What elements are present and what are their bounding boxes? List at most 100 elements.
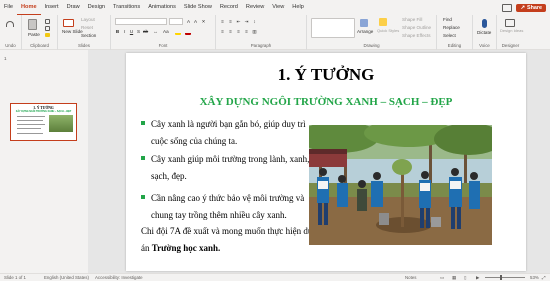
slide-thumbnail[interactable]: 1. Ý TƯỞNG XÂY DỰNG NGÔI TRƯỜNG XANH – S… <box>10 103 77 141</box>
bold-icon[interactable]: B <box>115 29 120 34</box>
line-spacing-icon[interactable]: ↕ <box>252 19 257 24</box>
undo-group: Undo <box>0 15 22 50</box>
shape-effects-button[interactable]: Shape Effects <box>402 33 431 38</box>
tab-record[interactable]: Record <box>216 0 242 15</box>
change-case-icon[interactable]: Aa <box>163 29 169 34</box>
numbering-icon[interactable]: ≡ <box>228 19 233 24</box>
share-button[interactable]: ↗ Share <box>516 3 546 12</box>
menu-tabs: File Home Insert Draw Design Transitions Anima… <box>0 0 550 15</box>
align-left-icon[interactable]: ≡ <box>220 29 225 34</box>
font-name-field[interactable] <box>115 18 167 25</box>
paste-button[interactable]: Paste <box>28 32 40 37</box>
ribbon: Undo Paste Clipboard New Slide Layout Re… <box>0 15 550 50</box>
zoom-level[interactable]: 53% <box>530 275 539 280</box>
shape-fill-button[interactable]: Shape Fill <box>402 17 422 22</box>
copy-icon[interactable] <box>45 26 50 31</box>
notes-button[interactable]: Notes <box>405 275 416 280</box>
tab-slide-show[interactable]: Slide Show <box>180 0 216 15</box>
columns-icon[interactable]: ▥ <box>252 29 257 34</box>
bullet-item[interactable]: Cây xanh là người bạn gắn bó, giúp duy t… <box>141 116 311 150</box>
italic-icon[interactable]: I <box>122 29 127 34</box>
share-label: Share <box>527 4 542 11</box>
align-right-icon[interactable]: ≡ <box>236 29 241 34</box>
shapes-gallery[interactable] <box>311 18 355 38</box>
group-label-drawing: Drawing <box>363 43 380 48</box>
slide-editor: 1. Ý TƯỞNG XÂY DỰNG NGÔI TRƯỜNG XANH – S… <box>88 50 550 273</box>
slideshow-icon[interactable]: ▶ <box>476 275 479 281</box>
increase-indent-icon[interactable]: ⇥ <box>244 19 249 24</box>
cut-icon[interactable] <box>45 19 50 24</box>
drawing-group: Arrange Quick Styles Shape Fill Shape Ou… <box>307 15 437 50</box>
format-painter-icon[interactable] <box>45 33 50 37</box>
reset-button[interactable]: Reset <box>81 25 93 30</box>
reading-view-icon[interactable]: ▯ <box>464 275 466 281</box>
tab-file[interactable]: File <box>0 0 17 15</box>
comments-icon[interactable] <box>502 3 513 12</box>
slide-sorter-icon[interactable]: ▦ <box>452 275 456 281</box>
tree-planting-photo[interactable] <box>309 125 492 245</box>
justify-icon[interactable]: ≡ <box>244 29 249 34</box>
accessibility-checker[interactable]: Accessibility: Investigate <box>95 275 143 280</box>
tab-design[interactable]: Design <box>84 0 109 15</box>
align-center-icon[interactable]: ≡ <box>228 29 233 34</box>
font-group: A A ✕ B I U S ab ↔ Aa Font <box>111 15 216 50</box>
paste-icon[interactable] <box>28 19 37 30</box>
fit-slide-icon[interactable]: ⤢ <box>542 275 546 280</box>
microphone-icon[interactable] <box>482 19 487 28</box>
quick-styles-icon[interactable] <box>379 18 387 26</box>
shadow-icon[interactable]: S <box>136 29 141 34</box>
replace-button[interactable]: Replace <box>443 25 460 30</box>
tab-insert[interactable]: Insert <box>41 0 63 15</box>
design-ideas-button[interactable]: Design Ideas <box>500 28 523 33</box>
dictate-button[interactable]: Dictate <box>477 30 491 35</box>
arrange-button[interactable]: Arrange <box>357 29 373 34</box>
font-size-field[interactable] <box>169 18 183 25</box>
slide-subtitle[interactable]: XÂY DỰNG NGÔI TRƯỜNG XANH – SẠCH – ĐẸP <box>126 96 526 108</box>
shape-outline-button[interactable]: Shape Outline <box>402 25 431 30</box>
new-slide-button[interactable]: New Slide <box>62 29 83 34</box>
section-button[interactable]: Section <box>81 33 96 38</box>
closing-paragraph[interactable]: Chi đội 7A đề xuất và mong muốn thực hiệ… <box>141 223 316 257</box>
tab-animations[interactable]: Animations <box>144 0 180 15</box>
bullet-icon <box>141 156 145 160</box>
bullet-item[interactable]: Cây xanh giúp môi trường trong lành, xan… <box>141 151 311 185</box>
tab-view[interactable]: View <box>268 0 288 15</box>
group-label-clipboard: Clipboard <box>30 43 49 48</box>
group-label-paragraph: Paragraph <box>250 43 272 48</box>
increase-font-icon[interactable]: A <box>186 19 191 24</box>
tab-review[interactable]: Review <box>242 0 268 15</box>
group-label-designer: Designer <box>501 43 520 48</box>
thumbnail-text-line <box>17 133 43 134</box>
decrease-indent-icon[interactable]: ⇤ <box>236 19 241 24</box>
tab-transitions[interactable]: Transitions <box>109 0 144 15</box>
share-icon: ↗ <box>520 4 526 11</box>
strikethrough-icon[interactable]: ab <box>143 29 148 34</box>
bullet-item[interactable]: Cần nâng cao ý thức bảo vệ môi trường và… <box>141 190 311 224</box>
quick-styles-button[interactable]: Quick Styles <box>377 28 399 33</box>
zoom-slider-handle[interactable] <box>500 275 502 280</box>
layout-button[interactable]: Layout <box>81 17 95 22</box>
design-ideas-icon[interactable] <box>505 19 515 27</box>
select-button[interactable]: Select <box>443 33 456 38</box>
new-slide-icon[interactable] <box>63 19 74 27</box>
font-color-icon[interactable] <box>185 30 191 35</box>
slide-title[interactable]: 1. Ý TƯỞNG <box>126 65 526 85</box>
language-indicator[interactable]: English (United States) <box>44 275 89 280</box>
tab-help[interactable]: Help <box>288 0 308 15</box>
highlight-icon[interactable] <box>175 30 181 35</box>
normal-view-icon[interactable]: ▭ <box>440 275 444 281</box>
slide-canvas[interactable]: 1. Ý TƯỞNG XÂY DỰNG NGÔI TRƯỜNG XANH – S… <box>126 53 526 271</box>
find-button[interactable]: Find <box>443 17 452 22</box>
spacing-icon[interactable]: ↔ <box>153 29 158 34</box>
bullets-icon[interactable]: ≡ <box>220 19 225 24</box>
slides-group: New Slide Layout Reset Section Slides <box>58 15 111 50</box>
underline-icon[interactable]: U <box>129 29 134 34</box>
tab-home[interactable]: Home <box>17 0 41 15</box>
tab-draw[interactable]: Draw <box>63 0 84 15</box>
decrease-font-icon[interactable]: A <box>193 19 198 24</box>
clear-format-icon[interactable]: ✕ <box>201 19 206 24</box>
designer-group: Design Ideas Designer <box>497 15 524 50</box>
arrange-icon[interactable] <box>360 19 368 27</box>
zoom-slider[interactable] <box>485 277 525 278</box>
undo-icon[interactable] <box>6 21 14 27</box>
